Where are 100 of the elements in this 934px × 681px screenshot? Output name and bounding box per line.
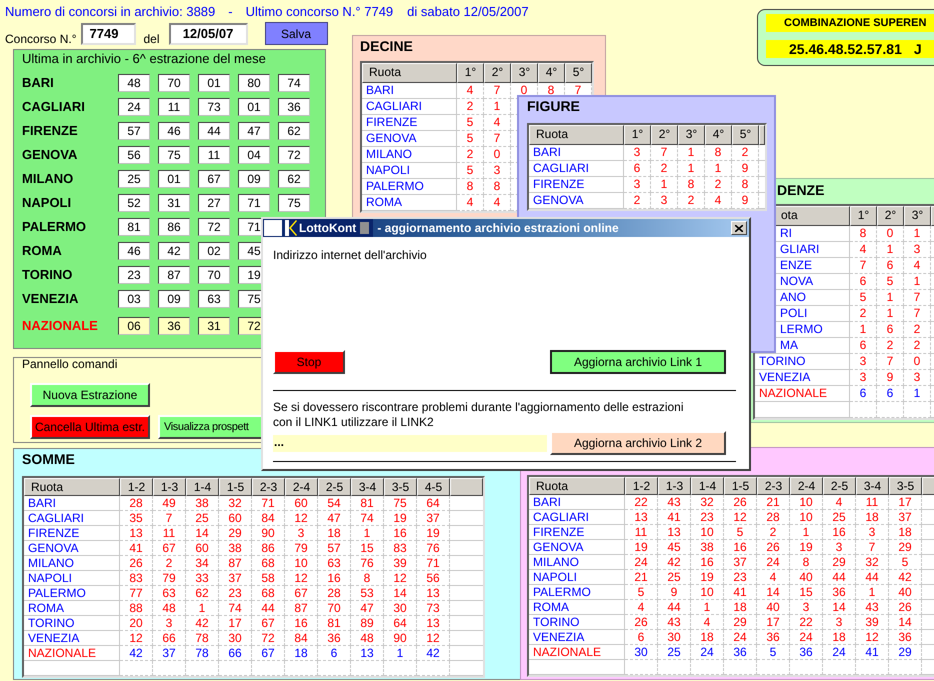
draw-number-field[interactable]: 7749: [80, 22, 136, 44]
wheel-name: NAPOLI: [22, 194, 72, 212]
number-field[interactable]: 36: [158, 317, 190, 335]
number-field[interactable]: 75: [278, 194, 310, 212]
table-cell: 72: [252, 631, 285, 646]
table-cell: 14: [823, 600, 856, 615]
close-button[interactable]: [731, 221, 747, 235]
number-field[interactable]: 80: [238, 74, 270, 92]
table-cell: [856, 660, 889, 675]
table-cell: 41: [856, 645, 889, 660]
date-field[interactable]: 12/05/07: [168, 22, 248, 44]
table-cell: 29: [889, 540, 922, 555]
number-field[interactable]: 46: [158, 122, 190, 140]
number-field[interactable]: 62: [278, 122, 310, 140]
table-cell: 15: [351, 541, 384, 556]
number-field[interactable]: 70: [158, 74, 190, 92]
update-link-button[interactable]: Aggiorna archivio Link 2: [550, 431, 726, 455]
table-cell: 10: [790, 495, 823, 510]
stop-button[interactable]: Stop: [273, 350, 345, 374]
column-header: 2-5: [318, 478, 351, 496]
table-cell: 42: [889, 570, 922, 585]
column-header: 2°: [651, 125, 678, 145]
table-cell: 1: [877, 242, 904, 258]
wheel-cell: MILANO: [24, 556, 120, 571]
number-field[interactable]: 24: [118, 98, 150, 116]
table-cell: 2: [877, 338, 904, 354]
number-field[interactable]: 04: [238, 146, 270, 164]
update-link-button[interactable]: Aggiorna archivio Link 1: [550, 350, 726, 374]
table-cell: 42: [120, 646, 153, 661]
wheel-cell: NAZIONALE: [529, 645, 625, 660]
number-field[interactable]: 27: [198, 194, 230, 212]
number-field[interactable]: 47: [238, 122, 270, 140]
number-field[interactable]: 02: [198, 242, 230, 260]
table-cell: 8: [457, 179, 484, 195]
table-cell: 25: [186, 511, 219, 526]
number-field[interactable]: 25: [118, 170, 150, 188]
column-header: 1-2: [120, 478, 153, 496]
number-field[interactable]: 70: [198, 266, 230, 284]
table-cell: [153, 661, 186, 676]
number-field[interactable]: 73: [198, 98, 230, 116]
number-field[interactable]: 46: [118, 242, 150, 260]
table-cell: [625, 660, 658, 675]
number-field[interactable]: 63: [198, 290, 230, 308]
table-cell: 4: [757, 570, 790, 585]
wheel-cell: CAGLIARI: [529, 510, 625, 525]
number-field[interactable]: 52: [118, 194, 150, 212]
table-cell: 18: [691, 630, 724, 645]
number-field[interactable]: 87: [158, 266, 190, 284]
number-field[interactable]: 56: [118, 146, 150, 164]
table-cell: 1: [790, 525, 823, 540]
table-cell: 12: [724, 510, 757, 525]
number-field[interactable]: 31: [158, 194, 190, 212]
superenalotto-title: COMBINAZIONE SUPEREN: [766, 14, 934, 32]
number-field[interactable]: 42: [158, 242, 190, 260]
number-field[interactable]: 72: [278, 146, 310, 164]
number-field[interactable]: 81: [118, 218, 150, 236]
address-label: Indirizzo internet dell'archivio: [273, 248, 428, 262]
number-field[interactable]: 67: [198, 170, 230, 188]
table-cell: 83: [384, 541, 417, 556]
table-cell: 1: [484, 99, 511, 115]
number-field[interactable]: 01: [238, 98, 270, 116]
table-cell: 7: [153, 511, 186, 526]
table-cell: 7: [651, 145, 678, 161]
number-field[interactable]: 23: [118, 266, 150, 284]
number-field[interactable]: 01: [158, 170, 190, 188]
number-field[interactable]: 36: [278, 98, 310, 116]
number-field[interactable]: 71: [238, 194, 270, 212]
table-cell: [823, 660, 856, 675]
number-field[interactable]: 72: [198, 218, 230, 236]
command-button[interactable]: Nuova Estrazione: [30, 383, 150, 407]
number-field[interactable]: 86: [158, 218, 190, 236]
table-cell: 3: [904, 242, 931, 258]
number-field[interactable]: 11: [198, 146, 230, 164]
archive-count-text: Numero di concorsi in archivio: 3889: [5, 4, 216, 20]
table-cell: 5: [457, 115, 484, 131]
panel-title: DENZE: [777, 181, 824, 199]
column-header: 4°: [538, 63, 565, 83]
column-header: 2-5: [823, 477, 856, 495]
table-cell: 19: [691, 570, 724, 585]
number-field[interactable]: 57: [118, 122, 150, 140]
panel-title: Pannello comandi: [22, 357, 118, 371]
number-field[interactable]: 01: [198, 74, 230, 92]
table-cell: 9: [732, 161, 759, 177]
number-field[interactable]: 62: [278, 170, 310, 188]
table-cell: 24: [724, 630, 757, 645]
number-field[interactable]: 44: [198, 122, 230, 140]
table-cell: 29: [724, 615, 757, 630]
number-field[interactable]: 06: [118, 317, 150, 335]
command-button[interactable]: Cancella Ultima estr.: [30, 415, 150, 439]
number-field[interactable]: 31: [198, 317, 230, 335]
column-header: 1-4: [691, 477, 724, 495]
number-field[interactable]: 11: [158, 98, 190, 116]
number-field[interactable]: 09: [238, 170, 270, 188]
save-button[interactable]: Salva: [264, 22, 328, 45]
number-field[interactable]: 74: [278, 74, 310, 92]
number-field[interactable]: 48: [118, 74, 150, 92]
number-field[interactable]: 09: [158, 290, 190, 308]
table-cell: 1: [384, 646, 417, 661]
number-field[interactable]: 03: [118, 290, 150, 308]
number-field[interactable]: 75: [158, 146, 190, 164]
